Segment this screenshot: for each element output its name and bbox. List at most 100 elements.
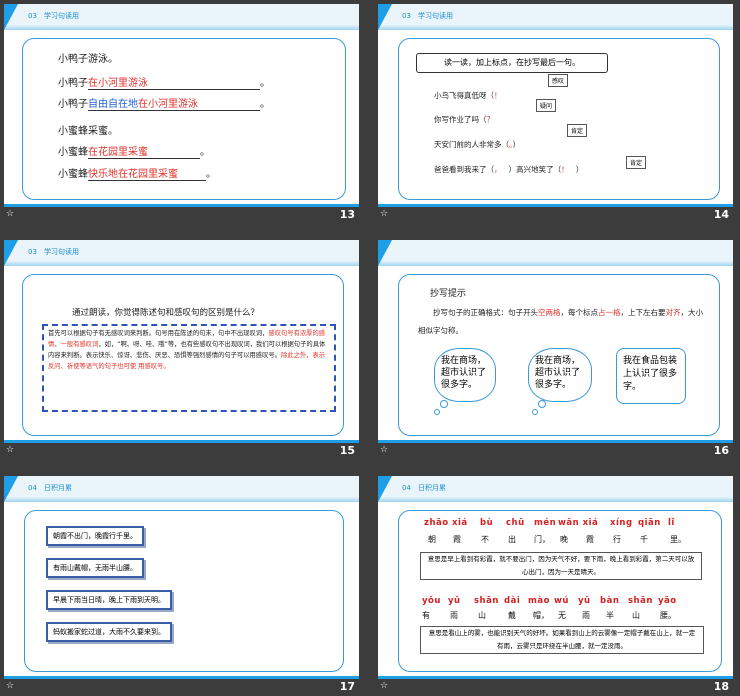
instruction-banner: 读一读，加上标点，在抄写最后一句。 [416, 53, 608, 73]
section-number: 04 [28, 484, 37, 492]
hanzi-char: 里。 [670, 535, 686, 544]
pinyin-syllable: yǒu [422, 596, 441, 606]
bottom-rule [378, 204, 733, 207]
pinyin-syllable: bàn [600, 596, 620, 606]
section-title: 学习句读用 [418, 12, 453, 20]
proverb-card: 有雨山戴帽，无雨半山腰。 [46, 558, 144, 578]
slide-thumbnail-15[interactable]: 03 学习句读用 通过朗读，你觉得陈述句和感叹句的区别是什么？ 首先可以根据句子… [0, 236, 359, 457]
header-triangle [4, 476, 18, 502]
meaning-box: 意思是早上看到有彩霞，就不要出门，因为天气不好，要下雨，晚上看到彩霞，第二天可以… [420, 552, 702, 580]
bottom-rule [4, 440, 359, 443]
hanzi-char: 出 [508, 535, 516, 544]
question-text: 通过朗读，你觉得陈述句和感叹句的区别是什么？ [72, 308, 260, 318]
section-number: 03 [28, 12, 37, 20]
sentence-line: 小鸟飞得真低呀（！ [434, 91, 502, 100]
pinyin-syllable: mén [534, 518, 557, 528]
proverb-card: 朝霞不出门，晚霞行千里。 [46, 526, 144, 546]
speech-bubble: 我在食品包装上认识了很多字。 [616, 348, 686, 404]
section-number: 03 [402, 12, 411, 20]
pinyin-syllable: wǎn xiá [558, 518, 599, 528]
hanzi-char: 千 [640, 535, 648, 544]
slide-thumbnail-17[interactable]: 04 日积月累 朝霞不出门，晚霞行千里。 有雨山戴帽，无雨半山腰。 早晨下雨当日… [0, 472, 359, 693]
slide-canvas: 03 学习句读用 通过朗读，你觉得陈述句和感叹句的区别是什么？ 首先可以根据句子… [4, 240, 359, 443]
slide-canvas: 抄写提示 抄写句子的正确格式：句子开头空两格，每个标点占一格，上下左右要对齐，大… [378, 240, 733, 443]
slide-number: 15 [339, 444, 355, 457]
hanzi-char: 有 [422, 611, 430, 620]
callout-label: 肯定 [626, 156, 647, 169]
header-triangle [378, 4, 392, 30]
slide-canvas: 04 日积月累 zhāo xiá bù chū mén wǎn xiá xíng… [378, 476, 733, 679]
thought-cloud: 我在商场，超市认识了很多字。 [434, 348, 496, 402]
section-title: 日积月累 [418, 484, 446, 492]
section-title: 日积月累 [44, 484, 72, 492]
pinyin-syllable: wú [554, 596, 569, 606]
pinyin-syllable: chū [506, 518, 525, 528]
bottom-rule [4, 676, 359, 679]
sentence-line: 小蜜蜂在花园里采蜜。 [58, 143, 210, 159]
hanzi-char: 戴 [508, 611, 516, 620]
sentence-line: 小鸭子自由自在地在小河里游泳。 [58, 95, 270, 111]
header-triangle [4, 4, 18, 30]
bottom-rule [4, 204, 359, 207]
callout-label: 肯定 [567, 124, 588, 137]
transition-star-icon: ☆ [6, 681, 15, 691]
slide-number: 16 [713, 444, 729, 457]
hanzi-char: 不 [481, 535, 489, 544]
slide-number: 17 [339, 680, 355, 693]
thought-cloud: 我在商场，超市认识了很多字。 [528, 348, 592, 402]
pinyin-syllable: shān [474, 596, 499, 606]
thought-bubble-dot [538, 400, 546, 408]
slide-number: 14 [713, 208, 729, 221]
pinyin-syllable: dài [504, 596, 521, 606]
slide-header-bar [378, 240, 733, 266]
hanzi-char: 晚 [560, 535, 568, 544]
hanzi-char: 行 [613, 535, 621, 544]
hanzi-char: 帽， [533, 611, 549, 620]
hanzi-char: 雨 [582, 611, 590, 620]
pinyin-syllable: zhāo xiá [424, 518, 468, 528]
transition-star-icon: ☆ [380, 209, 389, 219]
header-triangle [378, 476, 392, 502]
bottom-rule [378, 440, 733, 443]
sentence-line: 小蜜蜂快乐地在花园里采蜜。 [58, 165, 216, 181]
tips-title: 抄写提示 [430, 289, 467, 299]
slide-thumbnail-13[interactable]: 03 学习句读用 小鸭子游泳。 小鸭子在小河里游泳。 小鸭子自由自在地在小河里游… [0, 0, 359, 221]
thought-bubble-dot [440, 400, 448, 408]
slide-thumbnail-16[interactable]: 抄写提示 抄写句子的正确格式：句子开头空两格，每个标点占一格，上下左右要对齐，大… [374, 236, 733, 457]
slide-canvas: 04 日积月累 朝霞不出门，晚霞行千里。 有雨山戴帽，无雨半山腰。 早晨下雨当日… [4, 476, 359, 679]
transition-star-icon: ☆ [380, 445, 389, 455]
proverb-card: 早晨下雨当日晴，晚上下雨到天明。 [46, 590, 172, 610]
transition-star-icon: ☆ [380, 681, 389, 691]
tips-paragraph: 抄写句子的正确格式：句子开头空两格，每个标点占一格，上下左右要对齐，大小相似字匀… [418, 308, 703, 335]
callout-label: 感叹 [548, 74, 569, 87]
slide-canvas: 03 学习句读用 读一读，加上标点，在抄写最后一句。 小鸟飞得真低呀（！ 你写作… [378, 4, 733, 207]
sentence-line: 天安门前的人非常多（。） [434, 140, 521, 149]
thought-bubble-dot [532, 409, 538, 415]
hanzi-char: 山 [478, 611, 486, 620]
hanzi-char: 半 [606, 611, 614, 620]
header-triangle [378, 240, 392, 266]
slide-thumbnail-18[interactable]: 04 日积月累 zhāo xiá bù chū mén wǎn xiá xíng… [374, 472, 733, 693]
section-title: 学习句读用 [44, 12, 79, 20]
transition-star-icon: ☆ [6, 445, 15, 455]
hanzi-char: 霞 [586, 535, 594, 544]
pinyin-syllable: shān [628, 596, 653, 606]
thought-bubble-dot [434, 409, 440, 415]
transition-star-icon: ☆ [6, 209, 15, 219]
hanzi-char: 山 [632, 611, 640, 620]
section-number: 04 [402, 484, 411, 492]
hanzi-char: 门， [534, 535, 550, 544]
proverb-card: 蚂蚁搬家蛇过道，大雨不久要来到。 [46, 622, 172, 642]
section-number: 03 [28, 248, 37, 256]
hanzi-char: 腰。 [660, 611, 676, 620]
sentence-line: 小鸭子在小河里游泳。 [58, 74, 270, 90]
sentence-line: 爸爸看到我来了（， ）高兴地笑了（！ ） [434, 165, 584, 174]
pinyin-syllable: qiān [638, 518, 661, 528]
header-triangle [4, 240, 18, 266]
slide-canvas: 03 学习句读用 小鸭子游泳。 小鸭子在小河里游泳。 小鸭子自由自在地在小河里游… [4, 4, 359, 207]
sentence-line: 小蜜蜂采蜜。 [58, 126, 118, 137]
slide-thumbnail-14[interactable]: 03 学习句读用 读一读，加上标点，在抄写最后一句。 小鸟飞得真低呀（！ 你写作… [374, 0, 733, 221]
hanzi-char: 雨 [450, 611, 458, 620]
sentence-line: 你写作业了吗（？ [434, 115, 494, 124]
pinyin-syllable: xíng [610, 518, 633, 528]
